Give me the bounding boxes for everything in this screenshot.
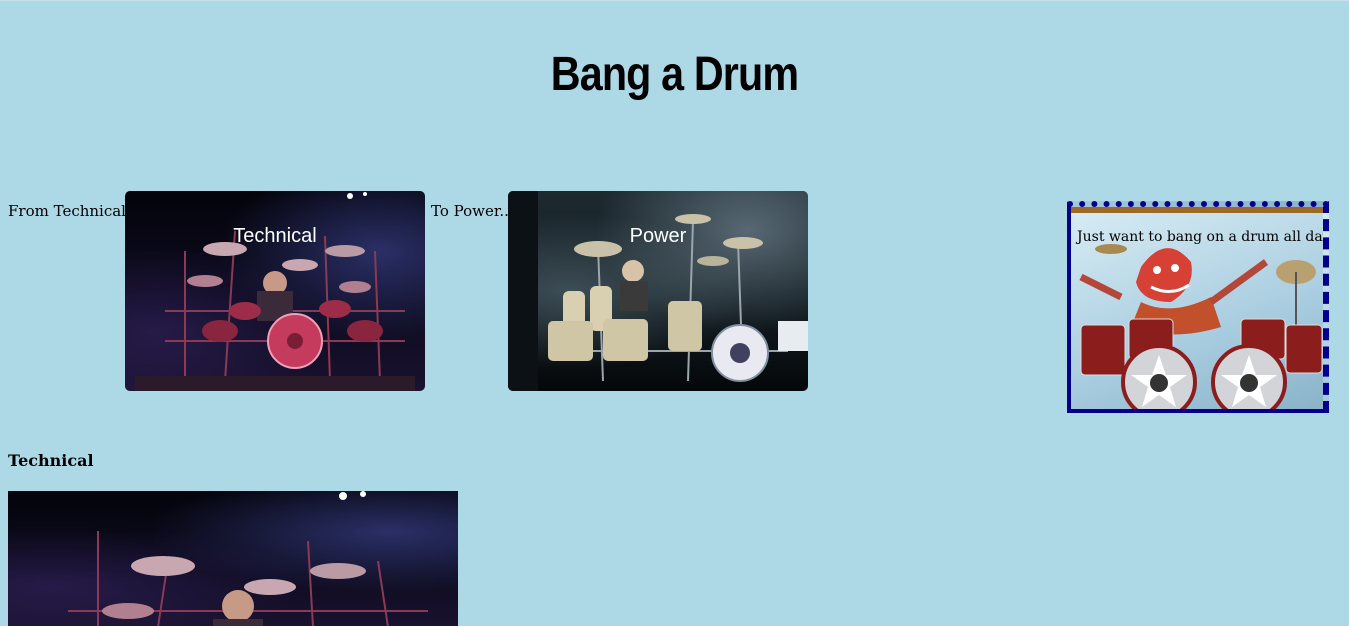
power-card[interactable]: Power (508, 191, 808, 391)
technical-large-illustration (68, 491, 428, 626)
power-drum-illustration (508, 191, 808, 391)
page-title: Bang a Drum (550, 48, 799, 101)
technical-drum-illustration (135, 192, 415, 391)
technical-card-label: Technical (233, 225, 317, 247)
technical-card[interactable]: Technical (125, 191, 425, 391)
section-heading-technical: Technical (8, 451, 94, 470)
power-card-label: Power (629, 225, 687, 247)
to-power-text: To Power... (431, 202, 514, 220)
animal-drummer-aside: Just want to bang on a drum all day (1067, 201, 1329, 413)
animal-caption: Just want to bang on a drum all day (1077, 229, 1329, 245)
technical-drum-photo (125, 191, 425, 391)
power-drum-photo (508, 191, 808, 391)
from-technical-text: From Technical... (8, 202, 141, 220)
technical-large-photo (8, 491, 458, 626)
technical-large-scene (8, 491, 458, 626)
